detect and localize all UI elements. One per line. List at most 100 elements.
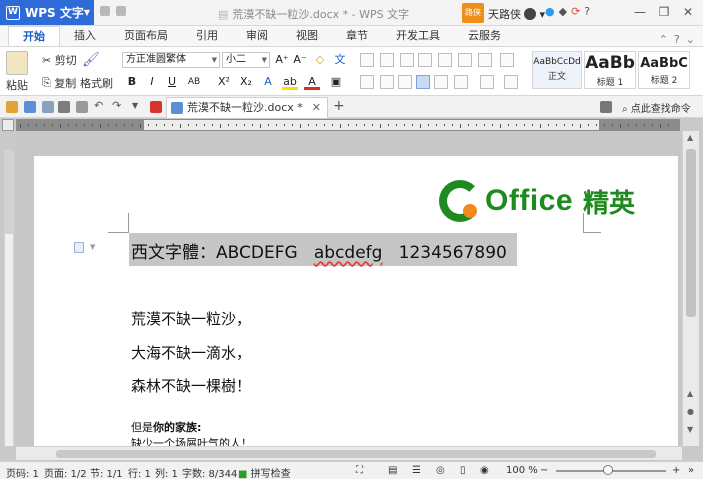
close-tab-icon[interactable]: ✕: [312, 98, 321, 118]
spell-check[interactable]: ■ 拼写检查: [238, 465, 291, 479]
paragraph-layout-icon[interactable]: [74, 242, 84, 253]
minimize-icon[interactable]: —: [629, 3, 651, 21]
menu-chevron-icon[interactable]: ⌄: [686, 33, 695, 46]
help-icon[interactable]: ?: [674, 33, 680, 46]
zoom-level[interactable]: 100 %: [506, 465, 538, 476]
tab-view[interactable]: 视图: [282, 26, 332, 46]
strikethrough-button[interactable]: AB: [186, 74, 202, 90]
open-icon[interactable]: [6, 101, 18, 113]
superscript-button[interactable]: X²: [216, 74, 232, 90]
style-normal[interactable]: AaBbCcDd 正文: [532, 51, 582, 89]
poem-line-2[interactable]: 大海不缺一滴水，: [131, 342, 251, 363]
fullscreen-icon[interactable]: ⛶: [356, 465, 363, 476]
outline-view-icon[interactable]: ☰: [412, 465, 421, 476]
horizontal-ruler[interactable]: [16, 119, 680, 131]
text-effect-icon[interactable]: A: [260, 74, 276, 90]
tab-stop-selector[interactable]: [2, 119, 14, 131]
print-icon[interactable]: [58, 101, 70, 113]
new-tab-button[interactable]: +: [333, 98, 345, 114]
save-icon[interactable]: [24, 101, 36, 113]
poem-line-1[interactable]: 荒漠不缺一粒沙，: [131, 308, 251, 329]
tab-review[interactable]: 审阅: [232, 26, 282, 46]
align-justify-icon[interactable]: [416, 75, 430, 89]
wps-home-icon[interactable]: [150, 101, 162, 113]
export-icon[interactable]: [76, 101, 88, 113]
print-preview-icon[interactable]: [42, 101, 54, 113]
distribute-icon[interactable]: [434, 75, 448, 89]
paste-button[interactable]: [6, 51, 28, 75]
style-heading-1[interactable]: AaBb 标题 1: [584, 51, 636, 89]
show-marks-icon[interactable]: [478, 53, 492, 67]
web-view-icon[interactable]: ◎: [436, 465, 445, 476]
panel-toggle-icon[interactable]: »: [688, 465, 694, 476]
document-tab[interactable]: 荒漠不缺一粒沙.docx * ✕: [166, 97, 328, 118]
zoom-out-icon[interactable]: −: [540, 465, 548, 476]
customize-chevron-icon[interactable]: ▼: [132, 101, 144, 113]
vertical-ruler[interactable]: [4, 150, 14, 446]
tab-home[interactable]: 开始: [8, 26, 60, 46]
borders-icon[interactable]: [504, 75, 518, 89]
help-icon[interactable]: ?: [584, 5, 590, 18]
scroll-up-icon[interactable]: ▲: [687, 133, 693, 142]
status-pages[interactable]: 页面: 1/2: [44, 465, 87, 479]
tab-insert[interactable]: 插入: [60, 26, 110, 46]
next-page-icon[interactable]: ▼: [687, 425, 693, 434]
sort-icon[interactable]: [458, 53, 472, 67]
scroll-thumb[interactable]: [686, 149, 696, 317]
font-size-select[interactable]: 小二 ▼: [222, 52, 270, 68]
numbering-icon[interactable]: [380, 53, 394, 67]
note-line-1[interactable]: 但是你的家族:: [131, 419, 201, 435]
close-icon[interactable]: ✕: [677, 3, 699, 21]
zoom-in-icon[interactable]: +: [672, 465, 680, 476]
para-settings-icon[interactable]: [500, 53, 514, 67]
restore-icon[interactable]: ❐: [653, 3, 675, 21]
highlight-icon[interactable]: ab: [282, 74, 298, 90]
vertical-scrollbar[interactable]: ▲ ▲ ● ▼: [682, 131, 699, 446]
tab-chapter[interactable]: 章节: [332, 26, 382, 46]
scroll-thumb[interactable]: [56, 450, 656, 458]
undo-icon[interactable]: ↶: [94, 100, 106, 113]
align-right-icon[interactable]: [398, 75, 412, 89]
align-left-icon[interactable]: [360, 75, 374, 89]
redo-icon[interactable]: ↷: [112, 100, 124, 113]
copy-button[interactable]: ⎘ 复制: [42, 75, 76, 91]
style-heading-2[interactable]: AaBbC 标题 2: [638, 51, 690, 89]
cut-button[interactable]: ✂ 剪切: [42, 52, 77, 68]
bullets-icon[interactable]: [360, 53, 374, 67]
page-view-icon[interactable]: ▤: [388, 465, 397, 476]
panel-icon[interactable]: [600, 101, 612, 113]
cloud-icon[interactable]: ●: [545, 5, 555, 18]
subscript-button[interactable]: X₂: [238, 74, 254, 90]
zoom-slider-knob[interactable]: [603, 465, 613, 475]
grow-font-icon[interactable]: A⁺: [274, 52, 290, 68]
reading-view-icon[interactable]: ▯: [460, 465, 466, 476]
shading-icon[interactable]: [480, 75, 494, 89]
align-center-icon[interactable]: [380, 75, 394, 89]
bold-button[interactable]: B: [124, 74, 140, 90]
heading-line[interactable]: 西文字體：ABCDEFG abcdefg 1234567890: [131, 238, 507, 263]
select-browse-icon[interactable]: ●: [687, 407, 694, 416]
font-color-icon[interactable]: A: [304, 74, 320, 90]
tab-cloud[interactable]: 云服务: [454, 26, 515, 46]
char-shading-icon[interactable]: ▣: [328, 74, 344, 90]
command-search[interactable]: ⌕ 点此查找命令: [622, 100, 691, 115]
prev-page-icon[interactable]: ▲: [687, 389, 693, 398]
format-painter-button[interactable]: 格式刷: [80, 75, 113, 91]
save-icon[interactable]: [100, 6, 110, 16]
horizontal-scrollbar[interactable]: [16, 446, 682, 460]
app-menu-button[interactable]: W WPS 文字 ▼: [0, 0, 94, 25]
paste-label[interactable]: 粘贴: [6, 77, 28, 93]
clear-format-icon[interactable]: ◇: [312, 52, 328, 68]
user-badge[interactable]: 路侠: [462, 3, 484, 23]
tab-references[interactable]: 引用: [182, 26, 232, 46]
poem-line-3[interactable]: 森林不缺一棵樹！: [131, 375, 251, 396]
chevron-down-icon[interactable]: ▼: [90, 243, 95, 251]
underline-button[interactable]: U: [164, 74, 180, 90]
increase-indent-icon[interactable]: [418, 53, 432, 67]
status-word-count[interactable]: 字数: 8/344: [182, 465, 237, 479]
phonetic-icon[interactable]: 文: [332, 52, 348, 68]
print-icon[interactable]: [116, 6, 126, 16]
decrease-indent-icon[interactable]: [400, 53, 414, 67]
italic-button[interactable]: I: [144, 74, 160, 90]
font-name-select[interactable]: 方正准圆繁体 ▼: [122, 52, 220, 68]
